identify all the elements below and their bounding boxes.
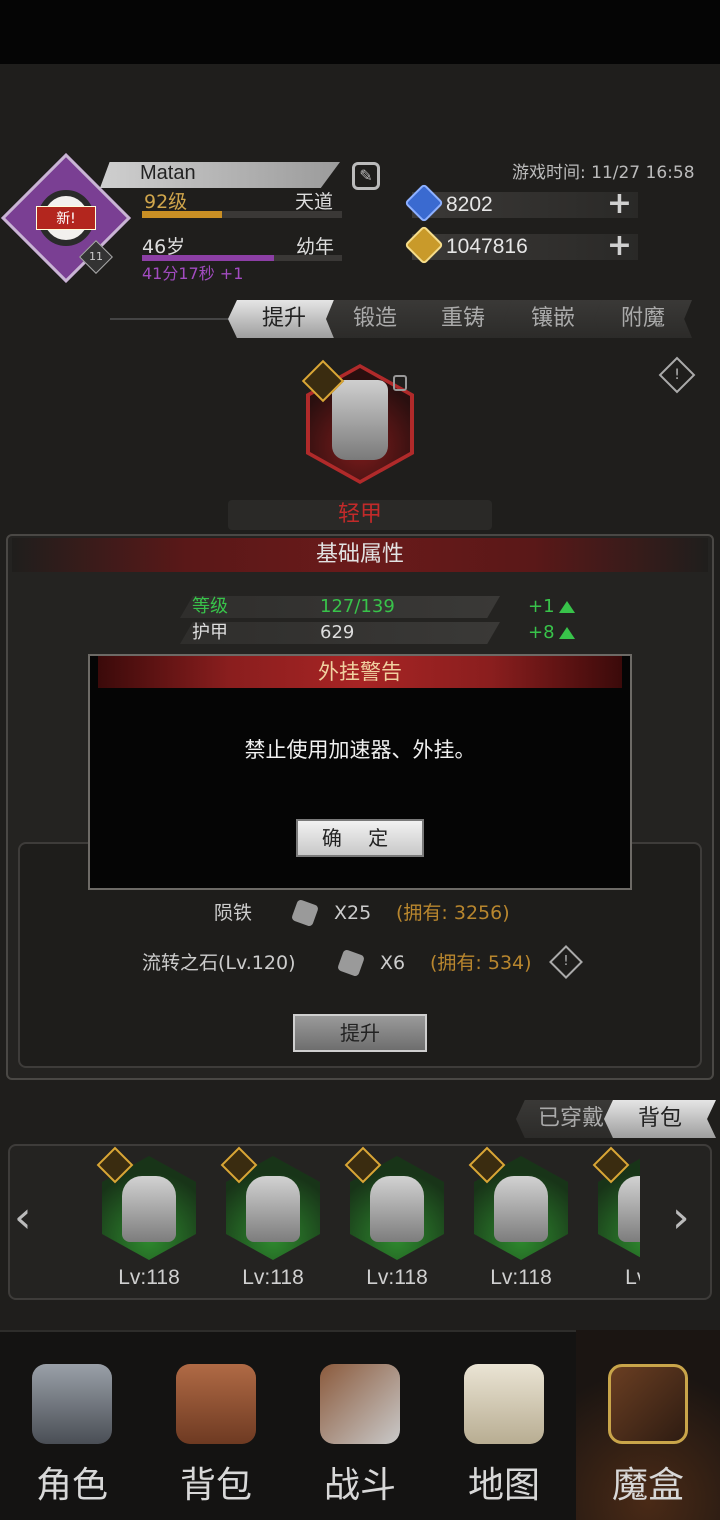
level-progress-fill xyxy=(142,211,222,218)
panel-title: 基础属性 xyxy=(315,542,404,567)
player-name: Matan xyxy=(140,162,196,184)
emblem-level-text: 11 xyxy=(89,250,103,263)
equipment-item[interactable]: Lv:118 xyxy=(218,1146,328,1298)
material-qty: X6 xyxy=(380,952,406,974)
gem-resource: 8202 + xyxy=(404,183,638,223)
game-time: 游戏时间: 11/27 16:58 xyxy=(512,163,695,183)
up-arrow-icon xyxy=(558,601,575,613)
gold-count: 1047816 xyxy=(446,235,528,258)
attr-delta-level-text: +1 xyxy=(528,596,555,617)
armor-icon xyxy=(494,1176,548,1242)
material-name: 流转之石(Lv.120) xyxy=(142,952,296,974)
helmet-icon xyxy=(370,1176,424,1242)
confirm-button[interactable]: 确 定 xyxy=(296,819,424,857)
nav-label: 魔盒 xyxy=(611,1465,684,1506)
dialog-message: 禁止使用加速器、外挂。 xyxy=(244,738,476,762)
equipment-item[interactable]: Lv:118 xyxy=(342,1146,452,1298)
dialog-title: 外挂警告 xyxy=(318,660,402,684)
level-progress-bar xyxy=(142,211,342,218)
equipment-item[interactable]: Lv:118 xyxy=(94,1146,204,1298)
attr-label-armor: 护甲 xyxy=(192,622,228,643)
tab-bag[interactable]: 背包 xyxy=(604,1100,716,1138)
lock-icon[interactable] xyxy=(393,375,407,391)
status-bar xyxy=(0,0,720,64)
item-level: Lv:118 xyxy=(366,1266,428,1289)
item-level: Lv:118 xyxy=(242,1266,304,1289)
age-timer: 41分17秒 +1 xyxy=(142,264,244,283)
item-name: 轻甲 xyxy=(337,502,382,527)
attr-delta-level: +1 xyxy=(528,596,575,618)
tab-inlay[interactable]: 镶嵌 xyxy=(504,300,602,338)
equipment-item[interactable]: Lv:118 xyxy=(466,1146,576,1298)
tab-upgrade[interactable]: 提升 xyxy=(228,300,340,338)
attr-label-level: 等级 xyxy=(192,596,228,617)
player-realm: 天道 xyxy=(295,191,334,213)
gauntlet-icon xyxy=(618,1176,640,1242)
attr-delta-armor: +8 xyxy=(528,622,575,644)
game-screen: { "player": { "name": "Matan", "level": … xyxy=(0,0,720,1520)
scroll-map-icon xyxy=(464,1364,544,1444)
nav-map[interactable]: 地图 xyxy=(432,1330,576,1520)
info-icon[interactable]: ! xyxy=(658,356,696,394)
item-level: Lv:118 xyxy=(118,1266,180,1289)
nav-label: 地图 xyxy=(467,1465,540,1506)
new-badge: 新! xyxy=(36,206,96,230)
material-owned: (拥有: 3256) xyxy=(396,902,510,924)
chevron-right-icon[interactable]: › xyxy=(672,1196,690,1240)
attr-value-armor: 629 xyxy=(320,622,355,643)
material-owned: (拥有: 534) xyxy=(430,952,532,974)
tab-recast[interactable]: 重铸 xyxy=(414,300,512,338)
armor-icon xyxy=(332,380,388,460)
equipment-item[interactable]: Lv:1 xyxy=(590,1146,640,1298)
gold-resource: 1047816 + xyxy=(404,225,638,265)
item-level: Lv:118 xyxy=(490,1266,552,1289)
sword-shield-icon xyxy=(320,1364,400,1444)
tab-enchant[interactable]: 附魔 xyxy=(594,300,692,338)
gem-icon xyxy=(404,183,444,223)
gold-icon xyxy=(404,225,444,265)
nav-label: 战斗 xyxy=(323,1465,396,1506)
nav-battle[interactable]: 战斗 xyxy=(288,1330,432,1520)
add-gold-button[interactable]: + xyxy=(607,230,632,262)
magic-box-icon xyxy=(608,1364,688,1444)
viking-helmet-icon xyxy=(32,1364,112,1444)
nav-character[interactable]: 角色 xyxy=(0,1330,144,1520)
player-level: 92级 xyxy=(144,191,188,213)
nav-backpack[interactable]: 背包 xyxy=(144,1330,288,1520)
tab-forge[interactable]: 锻造 xyxy=(326,300,424,338)
nav-label: 角色 xyxy=(35,1465,108,1506)
attr-value-level: 127/139 xyxy=(320,596,395,617)
up-arrow-icon xyxy=(558,627,575,639)
material-name: 陨铁 xyxy=(214,902,253,924)
tab-divider xyxy=(110,318,240,320)
equipment-list: Lv:118 Lv:118 Lv:118 Lv:118 Lv:1 xyxy=(70,1146,640,1298)
nav-magic-box[interactable]: 魔盒 xyxy=(576,1330,720,1520)
attr-delta-armor-text: +8 xyxy=(528,622,555,643)
edit-icon[interactable]: ✎ xyxy=(352,162,380,190)
name-plate xyxy=(100,162,340,188)
chevron-left-icon[interactable]: ‹ xyxy=(14,1196,32,1240)
pauldron-icon xyxy=(246,1176,300,1242)
material-qty: X25 xyxy=(334,902,372,924)
emblem-level-badge: 11 xyxy=(79,240,113,274)
helmet-icon xyxy=(122,1176,176,1242)
item-level: Lv:1 xyxy=(625,1266,640,1289)
upgrade-button[interactable]: 提升 xyxy=(293,1014,427,1052)
nav-label: 背包 xyxy=(179,1465,252,1506)
backpack-icon xyxy=(176,1364,256,1444)
add-gems-button[interactable]: + xyxy=(607,188,632,220)
gem-count: 8202 xyxy=(446,193,493,216)
